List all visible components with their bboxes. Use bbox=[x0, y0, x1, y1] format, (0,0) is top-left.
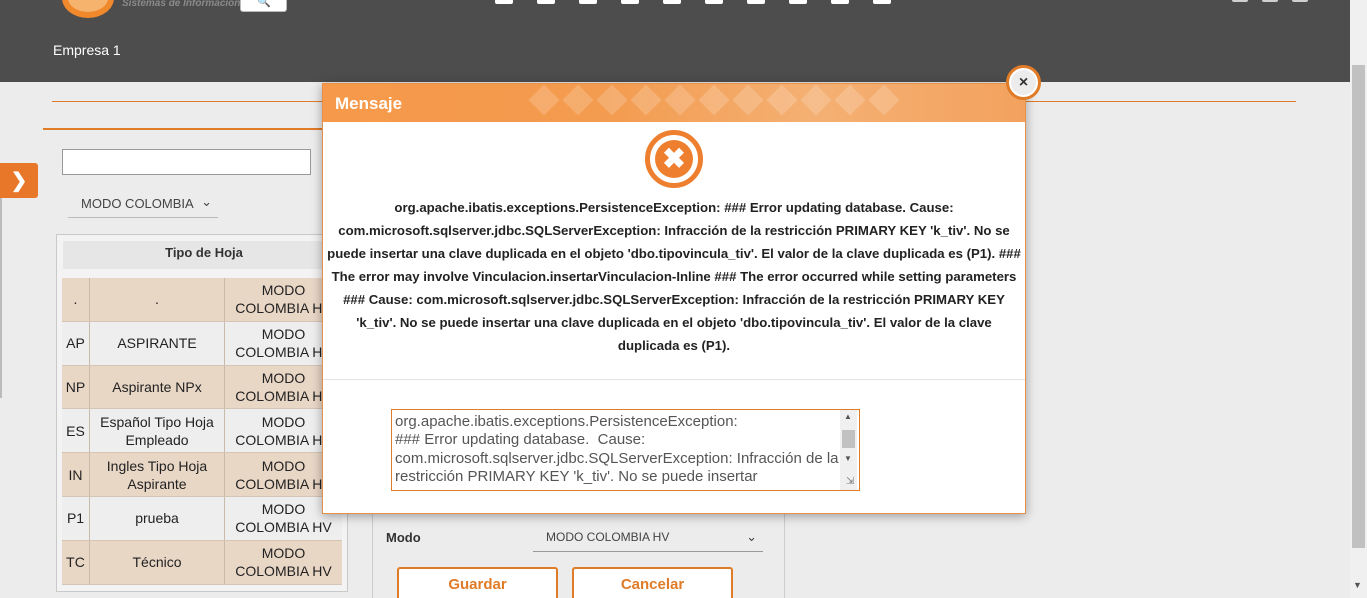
textarea-scroll-thumb[interactable] bbox=[842, 430, 855, 448]
dialog-divider bbox=[323, 379, 1025, 380]
edit-icon[interactable] bbox=[495, 0, 513, 4]
cell-code: IN bbox=[62, 453, 90, 496]
cell-name: ASPIRANTE bbox=[90, 321, 225, 365]
gear-icon[interactable] bbox=[831, 0, 849, 4]
cell-name: . bbox=[90, 278, 225, 321]
table-row[interactable]: ES Español Tipo Hoja Empleado MODO COLOM… bbox=[62, 409, 342, 454]
grid-icon[interactable] bbox=[579, 0, 597, 4]
resize-grip-icon[interactable]: ⇲ bbox=[846, 476, 854, 487]
cell-code: NP bbox=[62, 365, 90, 409]
scrollbar-thumb[interactable] bbox=[1352, 65, 1365, 548]
search-button[interactable]: 🔍 bbox=[240, 0, 287, 12]
error-detail-textarea[interactable]: org.apache.ibatis.exceptions.Persistence… bbox=[391, 409, 860, 491]
cell-code: AP bbox=[62, 321, 90, 365]
close-button[interactable]: × bbox=[1006, 65, 1041, 100]
scroll-down-icon[interactable]: ▼ bbox=[1353, 580, 1362, 590]
table-row[interactable]: NP Aspirante NPx MODO COLOMBIA HV bbox=[62, 365, 342, 410]
chart-icon[interactable] bbox=[621, 0, 639, 4]
cell-name: Aspirante NPx bbox=[90, 365, 225, 409]
org-icon[interactable] bbox=[789, 0, 807, 4]
cancel-button[interactable]: Cancelar bbox=[572, 567, 733, 598]
user-icon[interactable] bbox=[1262, 0, 1278, 2]
mode-filter-select[interactable]: MODO COLOMBIA ⌄ bbox=[68, 190, 218, 218]
notification-icon[interactable] bbox=[1232, 0, 1248, 2]
mode-field-value: MODO COLOMBIA HV bbox=[546, 530, 670, 544]
cell-mode: MODO COLOMBIA HV bbox=[235, 545, 332, 580]
table-row[interactable]: TC Técnico MODO COLOMBIA HV bbox=[62, 540, 342, 585]
document-icon[interactable] bbox=[663, 0, 681, 4]
chevron-right-icon: ❯ bbox=[10, 170, 28, 192]
table-header: Tipo de Hoja bbox=[63, 241, 345, 269]
table-row[interactable]: AP ASPIRANTE MODO COLOMBIA HV bbox=[62, 321, 342, 366]
textarea-scrollbar[interactable]: ▲ ▼ ⇲ bbox=[840, 410, 857, 490]
cell-code: TC bbox=[62, 540, 90, 584]
close-icon: × bbox=[1018, 73, 1029, 91]
mode-filter-value: MODO COLOMBIA bbox=[81, 196, 194, 211]
table-row[interactable]: P1 prueba MODO COLOMBIA HV bbox=[62, 496, 342, 541]
table-row[interactable]: IN Ingles Tipo Hoja Aspirante MODO COLOM… bbox=[62, 453, 342, 497]
sync-icon[interactable] bbox=[537, 0, 555, 4]
mode-field-select[interactable]: MODO COLOMBIA HV ⌄ bbox=[533, 524, 763, 552]
cell-name: prueba bbox=[90, 496, 225, 540]
top-header: Sistemas de Información 🔍 Empresa 1 bbox=[0, 0, 1350, 82]
dialog-header: Mensaje bbox=[323, 84, 1025, 122]
cell-name: Ingles Tipo Hoja Aspirante bbox=[90, 453, 225, 496]
table-row[interactable]: . . MODO COLOMBIA HV bbox=[62, 278, 342, 322]
error-message: org.apache.ibatis.exceptions.Persistence… bbox=[327, 200, 1021, 353]
cell-code: P1 bbox=[62, 496, 90, 540]
table-body: . . MODO COLOMBIA HV AP ASPIRANTE MODO C… bbox=[62, 278, 342, 585]
error-dialog: Mensaje ✖ org.apache.ibatis.exceptions.P… bbox=[322, 83, 1026, 514]
toolbar-icons bbox=[495, 0, 891, 4]
logout-icon[interactable] bbox=[1292, 0, 1308, 2]
calendar-icon[interactable] bbox=[747, 0, 765, 4]
logo-icon[interactable] bbox=[62, 0, 114, 18]
search-icon: 🔍 bbox=[257, 0, 271, 8]
user-icons bbox=[1232, 0, 1308, 2]
chevron-down-icon: ⌄ bbox=[746, 529, 757, 544]
header-pattern bbox=[523, 84, 903, 122]
cell-name: Técnico bbox=[90, 540, 225, 584]
location-icon[interactable] bbox=[873, 0, 891, 4]
search-input[interactable] bbox=[62, 149, 311, 175]
logo-subtitle: Sistemas de Información bbox=[122, 0, 241, 9]
phone-icon[interactable] bbox=[705, 0, 723, 4]
chevron-down-icon: ⌄ bbox=[201, 194, 212, 209]
sidebar-edge bbox=[0, 198, 2, 398]
company-name: Empresa 1 bbox=[53, 42, 121, 58]
cell-code: . bbox=[62, 278, 90, 321]
cell-name: Español Tipo Hoja Empleado bbox=[90, 409, 225, 453]
scroll-up-icon[interactable]: ▲ bbox=[844, 412, 852, 421]
sidebar-toggle-button[interactable]: ❯ bbox=[0, 163, 38, 198]
error-icon: ✖ bbox=[645, 130, 703, 188]
save-button[interactable]: Guardar bbox=[397, 567, 558, 598]
page-scrollbar[interactable]: ▼ bbox=[1350, 0, 1367, 598]
scroll-down-icon[interactable]: ▼ bbox=[844, 454, 852, 463]
mode-field-label: Modo bbox=[386, 530, 421, 545]
dialog-title: Mensaje bbox=[335, 94, 403, 113]
cell-code: ES bbox=[62, 409, 90, 453]
